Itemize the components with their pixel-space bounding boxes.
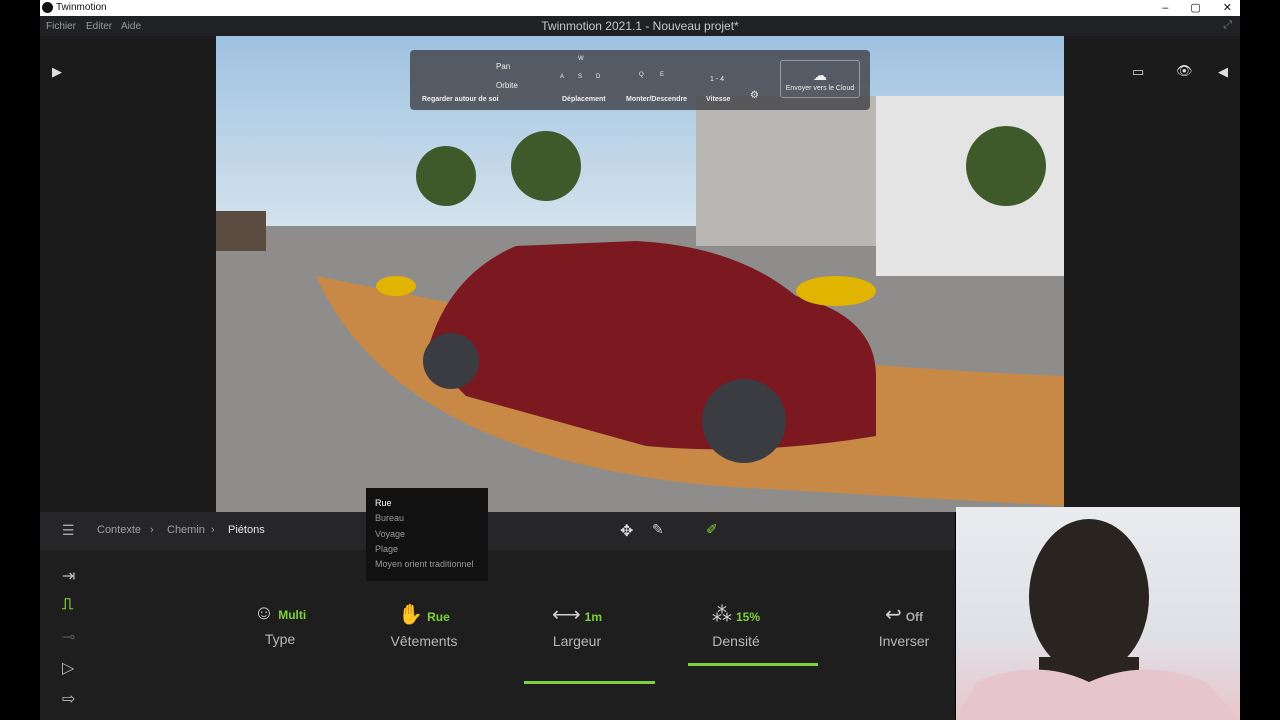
media-icon[interactable]: ▷ [62,658,74,678]
menu-fichier[interactable]: Fichier [46,21,76,32]
param-vetements[interactable]: ✋ Rue Vêtements [354,602,494,649]
pipette-icon[interactable]: ✎ [652,521,664,538]
play-icon[interactable]: ▶ [52,64,62,80]
speed-label: Vitesse [706,96,731,103]
cloud-button-label: Envoyer vers le Cloud [785,85,855,92]
window-titlebar: Twinmotion – ▢ ✕ [40,0,1240,16]
eye-icon[interactable]: 👁 [1176,63,1193,79]
menu-bar: Twinmotion 2021.1 - Nouveau projet* Fich… [40,16,1240,36]
crumb-pietons: Piétons [228,524,265,536]
export-icon[interactable]: ⇨ [62,689,75,709]
largeur-slider[interactable] [524,681,655,684]
pan-label: Pan [496,62,511,71]
3d-viewport[interactable]: Pan Orbite Regarder autour de soi W A S … [216,36,1064,512]
option-moyen-orient[interactable]: Moyen orient traditionnel [375,559,488,574]
largeur-label: Largeur [552,633,602,649]
key-s: S [578,74,583,80]
key-a: A [560,74,565,80]
orbit-label: Orbite [496,81,518,90]
expand-icon[interactable]: ⤢ [1223,19,1232,32]
densite-value: 15% [735,610,761,624]
navigation-hud: Pan Orbite Regarder autour de soi W A S … [410,50,870,110]
clothing-icon: ✋ [398,604,424,626]
move-label: Déplacement [562,96,606,103]
option-plage[interactable]: Plage [375,544,488,559]
param-largeur[interactable]: ⟷ 1m Largeur [507,602,647,649]
move-tool-icon[interactable]: ✥ [620,521,633,541]
properties-panel: ☰ Contexte › Chemin › Piétons ✥ ✎ ✐ ⇥ ⎍ … [40,512,955,720]
breadcrumb: ☰ Contexte › Chemin › Piétons ✥ ✎ ✐ [40,512,955,550]
close-button[interactable]: ✕ [1223,0,1232,16]
vetements-label: Vêtements [390,633,458,649]
param-densite[interactable]: ⁂ 15% Densité [666,602,806,649]
project-title: Twinmotion 2021.1 - Nouveau projet* [541,19,739,33]
webcam-overlay [956,507,1240,720]
option-bureau[interactable]: Bureau [375,513,488,528]
largeur-value: 1m [584,610,602,624]
vetements-value: Rue [427,610,450,624]
param-type[interactable]: ☺ Multi Type [210,602,350,647]
crumb-separator-icon: › [211,524,215,536]
presenter-video [956,519,1240,720]
densite-label: Densité [712,633,760,649]
width-icon: ⟷ [551,604,581,626]
density-icon: ⁂ [711,604,732,626]
type-label: Type [264,631,296,647]
vetements-dropdown[interactable]: Rue Bureau Voyage Plage Moyen orient tra… [366,488,488,581]
look-label: Regarder autour de soi [422,96,499,103]
panel-icon[interactable]: ▭ [1132,64,1144,80]
path-edit-icon[interactable]: ✐ [706,521,718,538]
key-q: Q [639,72,644,78]
type-value: Multi [278,608,307,622]
key-e: E [660,72,665,78]
collapse-left-icon[interactable]: ◀ [1218,64,1228,80]
minimize-button[interactable]: – [1162,0,1168,16]
crumb-contexte[interactable]: Contexte [97,524,141,536]
import-icon[interactable]: ⇥ [62,566,75,586]
speed-keys: 1 - 4 [710,76,725,83]
crumb-separator-icon: › [150,524,154,536]
twinmotion-logo-icon [42,2,53,13]
key-d: D [596,74,601,80]
people-icon: ☺ [253,602,275,624]
crumb-chemin[interactable]: Chemin [167,524,205,536]
inverser-label: Inverser [878,633,930,649]
app-name: Twinmotion [56,2,107,13]
key-w: W [578,56,584,62]
hamburger-menu-icon[interactable]: ☰ [62,522,75,539]
option-voyage[interactable]: Voyage [375,529,488,544]
option-rue[interactable]: Rue [375,498,488,513]
menu-editer[interactable]: Editer [86,21,112,32]
send-to-cloud-button[interactable]: ☁ Envoyer vers le Cloud [780,60,860,98]
menu-aide[interactable]: Aide [121,21,141,32]
cloud-upload-icon: ☁ [813,67,827,83]
updown-label: Monter/Descendre [626,96,688,103]
undo-arrow-icon: ↩ [884,604,902,626]
path-icon[interactable]: ⎍ [62,596,73,614]
maximize-button[interactable]: ▢ [1190,0,1200,16]
inverser-value: Off [905,610,924,624]
slider-icon[interactable]: ⊸ [62,627,75,647]
settings-gear-icon[interactable]: ⚙ [750,90,759,101]
densite-slider[interactable] [688,663,818,666]
param-inverser[interactable]: ↩ Off Inverser [834,602,974,649]
